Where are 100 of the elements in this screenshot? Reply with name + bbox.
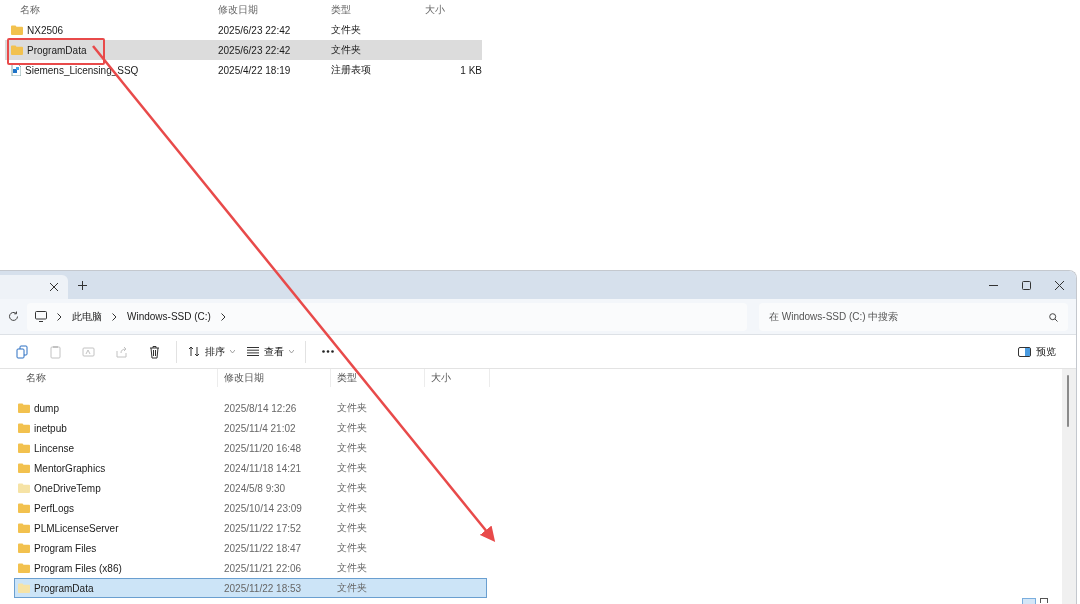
file-name: Program Files — [34, 542, 97, 554]
column-header[interactable]: 类型 — [331, 369, 425, 387]
file-type: 文件夹 — [336, 441, 368, 455]
file-row[interactable]: Program Files (x86) 2025/11/21 22:06 文件夹 — [14, 558, 487, 578]
file-name: OneDriveTemp — [34, 482, 101, 494]
file-name: NX2506 — [27, 24, 64, 36]
column-header[interactable]: 名称 — [0, 3, 218, 17]
file-type: 文件夹 — [336, 501, 368, 515]
tiles-view-icon[interactable] — [1040, 598, 1048, 603]
file-row[interactable]: Program Files 2025/11/22 18:47 文件夹 — [14, 538, 487, 558]
preview-button[interactable]: 预览 — [1012, 338, 1062, 365]
file-name: PerfLogs — [34, 502, 75, 514]
modified-date: 2025/11/20 16:48 — [223, 442, 303, 454]
folder-icon — [11, 45, 23, 55]
file-name: ProgramData — [34, 582, 94, 594]
modified-date: 2025/6/23 22:42 — [218, 24, 292, 36]
chevron-right-icon[interactable] — [220, 312, 226, 321]
caret-icon — [230, 350, 235, 353]
file-row[interactable]: NX2506 2025/6/23 22:42 文件夹 — [5, 20, 482, 40]
file-name: Lincense — [34, 442, 75, 454]
close-icon[interactable] — [50, 283, 58, 291]
file-type: 文件夹 — [336, 561, 368, 575]
refresh-icon[interactable] — [8, 311, 19, 322]
lines-icon — [247, 347, 259, 356]
file-row[interactable]: MentorGraphics 2024/11/18 14:21 文件夹 — [14, 458, 487, 478]
new-tab-icon[interactable] — [78, 280, 87, 290]
file-row[interactable]: dump 2025/8/14 12:26 文件夹 — [14, 398, 487, 418]
file-row[interactable]: Lincense 2025/11/20 16:48 文件夹 — [14, 438, 487, 458]
file-row[interactable]: PLMLicenseServer 2025/11/22 17:52 文件夹 — [14, 518, 487, 538]
folder-icon — [18, 503, 30, 513]
copy-icon — [16, 344, 29, 359]
folder-icon — [18, 463, 30, 473]
file-name: Program Files (x86) — [34, 562, 122, 574]
minimize-icon[interactable] — [989, 284, 998, 286]
file-name: dump — [34, 402, 59, 414]
folder-icon — [18, 543, 30, 553]
breadcrumb-item[interactable]: 此电脑 — [72, 309, 102, 324]
column-header[interactable]: 大小 — [425, 3, 484, 17]
folder-icon — [18, 563, 30, 573]
clipboard-icon — [49, 344, 62, 359]
trash-icon — [148, 344, 161, 359]
modified-date: 2025/11/21 22:06 — [223, 562, 303, 574]
modified-date: 2025/10/14 23:09 — [223, 502, 303, 514]
file-row[interactable]: PerfLogs 2025/10/14 23:09 文件夹 — [14, 498, 487, 518]
file-row[interactable]: ProgramData 2025/6/23 22:42 文件夹 — [5, 40, 482, 60]
share-icon — [115, 344, 128, 359]
more-icon — [321, 350, 334, 353]
file-type: 文件夹 — [336, 541, 368, 555]
breadcrumb-item[interactable]: Windows-SSD (C:) — [127, 311, 211, 322]
address-bar[interactable]: 此电脑 Windows-SSD (C:) — [27, 302, 747, 331]
file-name: ProgramData — [27, 44, 87, 56]
file-row[interactable]: inetpub 2025/11/4 21:02 文件夹 — [14, 418, 487, 438]
caret-icon — [289, 350, 294, 353]
modified-date: 2025/6/23 22:42 — [218, 44, 292, 56]
rename-icon — [82, 344, 95, 359]
view-button[interactable]: 查看 — [241, 338, 300, 365]
file-type: 文件夹 — [336, 481, 368, 495]
file-type: 文件夹 — [336, 581, 368, 595]
folder-icon — [18, 423, 30, 433]
file-name: MentorGraphics — [34, 462, 106, 474]
search-field[interactable]: 在 Windows-SSD (C:) 中搜索 — [759, 302, 1068, 331]
chevron-right-icon — [57, 312, 62, 321]
folder-icon — [18, 583, 30, 593]
sort-arrows-icon — [188, 346, 200, 357]
sort-button[interactable]: 排序 — [182, 338, 241, 365]
file-type: 注册表项 — [331, 63, 372, 77]
file-row[interactable]: ProgramData 2025/11/22 18:53 文件夹 — [14, 578, 487, 598]
column-header[interactable]: 修改日期 — [218, 3, 331, 17]
file-type: 文件夹 — [331, 43, 362, 57]
close-icon[interactable] — [1055, 280, 1064, 290]
folder-icon — [18, 523, 30, 533]
search-icon[interactable] — [1049, 312, 1058, 322]
file-name: inetpub — [34, 422, 67, 434]
modified-date: 2025/8/14 12:26 — [223, 402, 298, 414]
modified-date: 2025/11/4 21:02 — [223, 422, 297, 434]
modified-date: 2024/5/8 9:30 — [223, 482, 287, 494]
file-row[interactable]: OneDriveTemp 2024/5/8 9:30 文件夹 — [14, 478, 487, 498]
maximize-icon[interactable] — [1022, 280, 1031, 290]
column-header[interactable]: 修改日期 — [218, 369, 331, 387]
column-header[interactable]: 名称 — [0, 369, 218, 387]
file-size: 1 KB — [459, 64, 482, 76]
file-type: 文件夹 — [336, 521, 368, 535]
folder-icon — [18, 483, 30, 493]
folder-icon — [18, 403, 30, 413]
monitor-icon — [35, 311, 47, 322]
file-type: 文件夹 — [331, 23, 362, 37]
file-type: 文件夹 — [336, 421, 368, 435]
folder-icon — [11, 25, 23, 35]
file-name: PLMLicenseServer — [34, 522, 119, 534]
registry-file-icon — [11, 64, 21, 76]
column-header[interactable]: 类型 — [331, 3, 425, 17]
modified-date: 2025/4/22 18:19 — [218, 64, 292, 76]
file-type: 文件夹 — [336, 461, 368, 475]
panel-icon — [1018, 346, 1031, 357]
column-header[interactable]: 大小 — [425, 369, 490, 387]
modified-date: 2025/11/22 18:47 — [223, 542, 303, 554]
modified-date: 2024/11/18 14:21 — [223, 462, 303, 474]
chevron-right-icon — [112, 312, 117, 321]
scrollbar[interactable] — [1062, 369, 1076, 604]
folder-icon — [18, 443, 30, 453]
